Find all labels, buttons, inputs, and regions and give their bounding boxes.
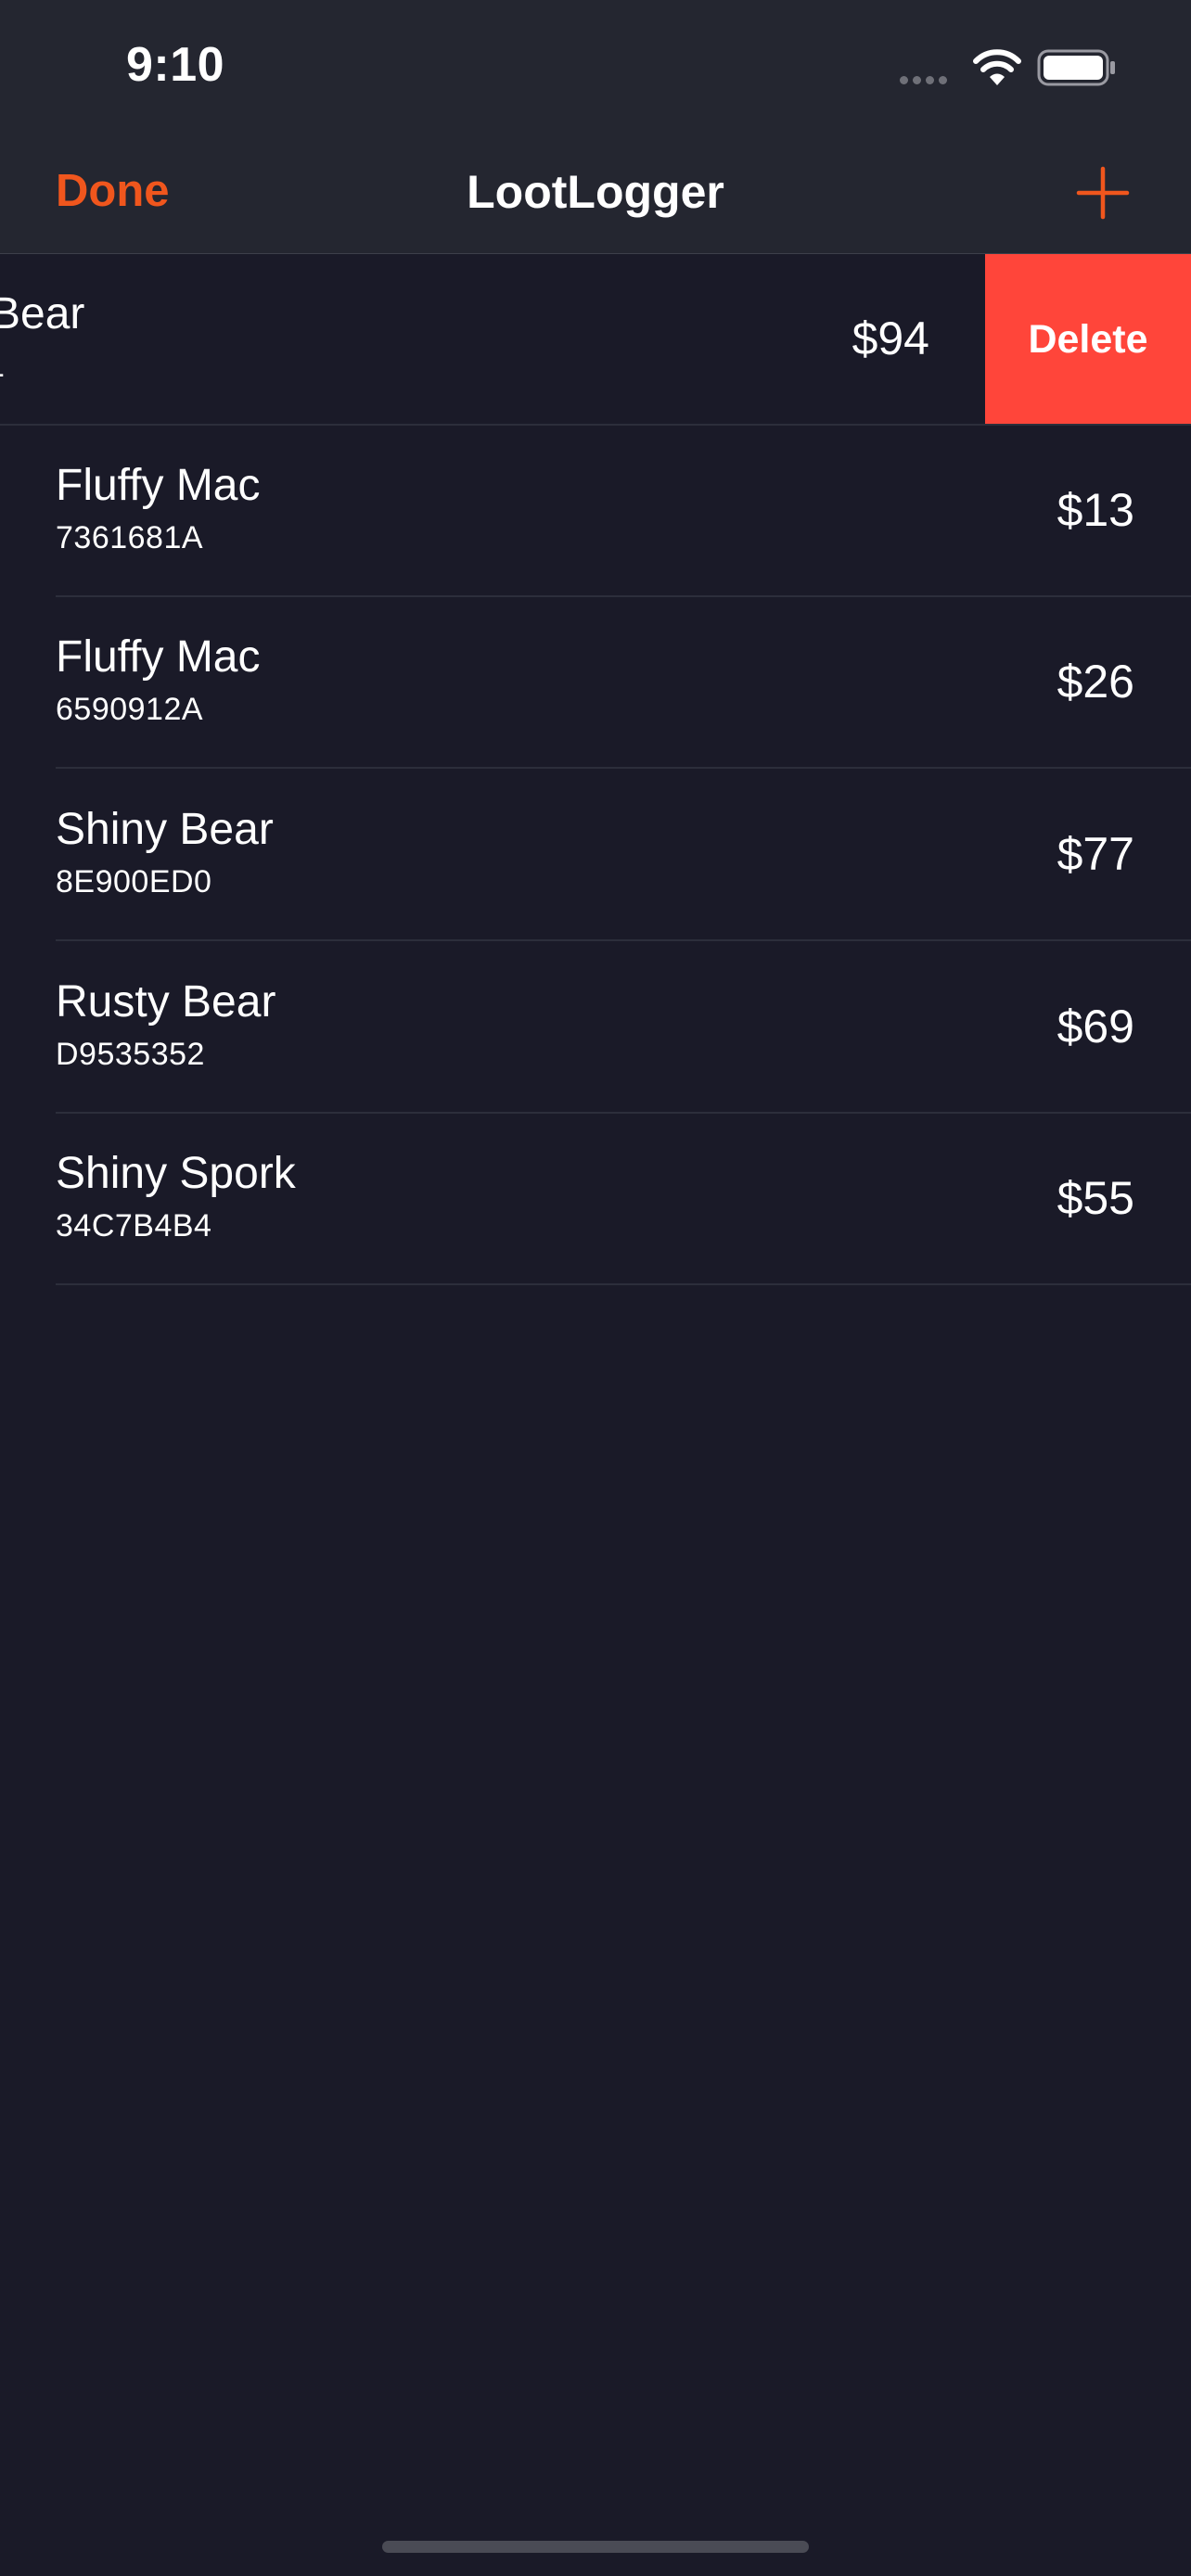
item-name: Bear xyxy=(0,289,85,338)
status-time: 9:10 xyxy=(126,38,225,92)
row-divider xyxy=(56,1283,1191,1285)
home-indicator[interactable] xyxy=(382,2541,809,2553)
item-serial: 6590912A xyxy=(56,692,204,727)
list-item[interactable]: Shiny Bear 8E900ED0 $77 xyxy=(0,770,1191,941)
list-item-swiped[interactable]: Bear 1 $94 Delete xyxy=(0,254,1191,426)
status-bar: 9:10 xyxy=(0,0,1191,134)
wifi-icon xyxy=(973,49,1021,85)
page-title: LootLogger xyxy=(467,166,724,218)
list-item[interactable]: Fluffy Mac 6590912A $26 xyxy=(0,597,1191,769)
item-name: Rusty Bear xyxy=(56,977,276,1027)
item-value: $69 xyxy=(1057,1001,1134,1052)
list-item[interactable]: Shiny Spork 34C7B4B4 $55 xyxy=(0,1114,1191,1285)
battery-icon xyxy=(1037,49,1115,86)
item-name: Fluffy Mac xyxy=(56,632,261,682)
item-name: Fluffy Mac xyxy=(56,461,261,510)
item-name: Shiny Bear xyxy=(56,805,274,854)
navigation-bar: Done LootLogger xyxy=(0,134,1191,254)
item-serial: D9535352 xyxy=(56,1037,205,1072)
item-serial: 34C7B4B4 xyxy=(56,1208,212,1243)
item-serial: 7361681A xyxy=(56,520,204,555)
list-item[interactable]: Fluffy Mac 7361681A $13 xyxy=(0,426,1191,597)
cellular-signal-icon xyxy=(900,72,952,89)
list-item[interactable]: Rusty Bear D9535352 $69 xyxy=(0,942,1191,1114)
delete-button[interactable]: Delete xyxy=(985,254,1191,426)
item-serial: 1 xyxy=(0,349,5,385)
item-value: $13 xyxy=(1057,484,1134,536)
item-serial: 8E900ED0 xyxy=(56,864,212,899)
item-value: $26 xyxy=(1057,656,1134,708)
row-divider xyxy=(56,767,1191,769)
plus-icon[interactable] xyxy=(1076,166,1130,220)
item-value: $94 xyxy=(852,312,929,364)
item-value: $77 xyxy=(1057,828,1134,880)
row-divider xyxy=(56,939,1191,941)
item-value: $55 xyxy=(1057,1172,1134,1224)
item-name: Shiny Spork xyxy=(56,1149,296,1198)
